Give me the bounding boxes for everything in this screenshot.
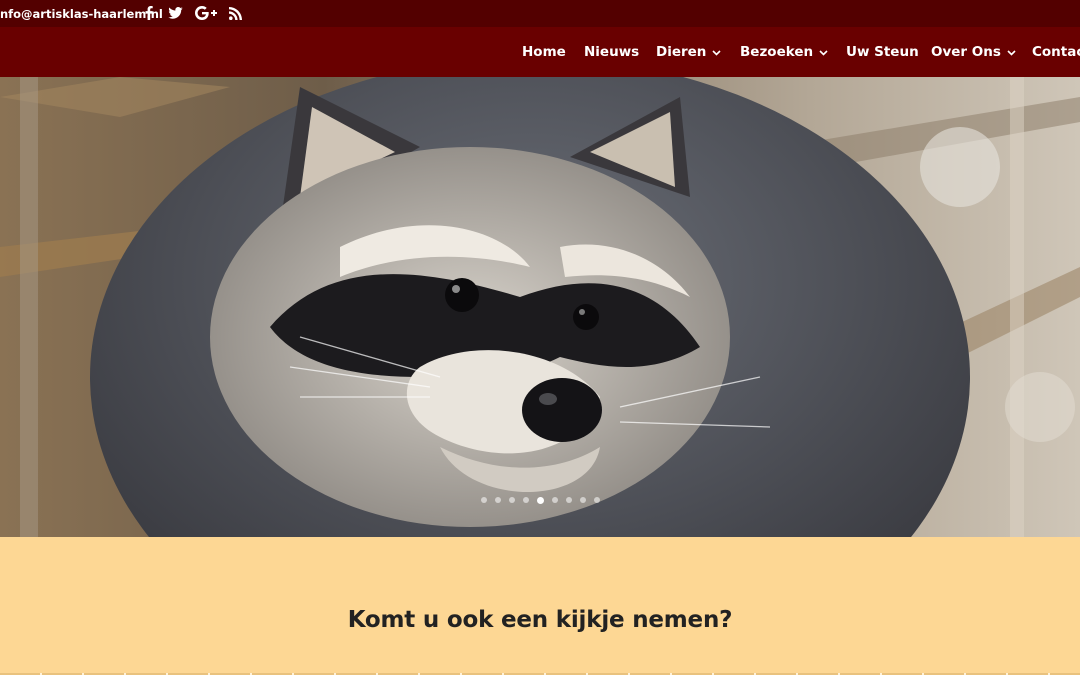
hero-slider[interactable] xyxy=(0,77,1080,537)
nav-item-bezoeken[interactable]: Bezoeken xyxy=(740,44,828,60)
nav-item-over-ons[interactable]: Over Ons xyxy=(931,44,1016,60)
nav-label: Dieren xyxy=(656,44,707,60)
nav-item-contact[interactable]: Contact xyxy=(1032,44,1080,60)
slider-dot[interactable] xyxy=(523,497,529,503)
chevron-down-icon xyxy=(1007,44,1016,60)
main-navigation: Home Nieuws Dieren Bezoeken Uw Steun Ove… xyxy=(0,27,1080,77)
nav-label: Uw Steun xyxy=(846,44,919,60)
slider-dot[interactable] xyxy=(552,497,558,503)
nav-item-nieuws[interactable]: Nieuws xyxy=(584,44,639,60)
nav-label: Over Ons xyxy=(931,44,1001,60)
rss-icon[interactable] xyxy=(228,4,243,22)
nav-item-dieren[interactable]: Dieren xyxy=(656,44,721,60)
chevron-down-icon xyxy=(712,44,721,60)
facebook-icon[interactable] xyxy=(143,4,155,22)
slider-dot[interactable] xyxy=(580,497,586,503)
nav-label: Nieuws xyxy=(584,44,640,60)
nav-label: Home xyxy=(522,44,566,60)
google-plus-icon[interactable] xyxy=(194,4,218,22)
nav-item-uw-steun[interactable]: Uw Steun xyxy=(846,44,919,60)
slider-dot[interactable] xyxy=(509,497,515,503)
raccoon-photo xyxy=(0,77,1080,537)
slider-dot-active[interactable] xyxy=(537,496,544,504)
slider-dot[interactable] xyxy=(495,497,501,503)
call-to-action-section: Komt u ook een kijkje nemen? xyxy=(0,537,1080,675)
top-bar: info@artisklas-haarlem.nl xyxy=(0,0,1080,27)
slider-dot[interactable] xyxy=(481,497,487,503)
nav-label: Bezoeken xyxy=(740,44,814,60)
slider-pagination xyxy=(481,496,600,505)
nav-label: Contact xyxy=(1032,44,1080,60)
slider-dot[interactable] xyxy=(566,497,572,503)
cta-title: Komt u ook een kijkje nemen? xyxy=(347,607,733,633)
twitter-icon[interactable] xyxy=(166,4,184,22)
contact-email-link[interactable]: info@artisklas-haarlem.nl xyxy=(0,7,163,21)
chevron-down-icon xyxy=(819,44,828,60)
slider-dot[interactable] xyxy=(594,497,600,503)
nav-item-home[interactable]: Home xyxy=(522,44,566,60)
